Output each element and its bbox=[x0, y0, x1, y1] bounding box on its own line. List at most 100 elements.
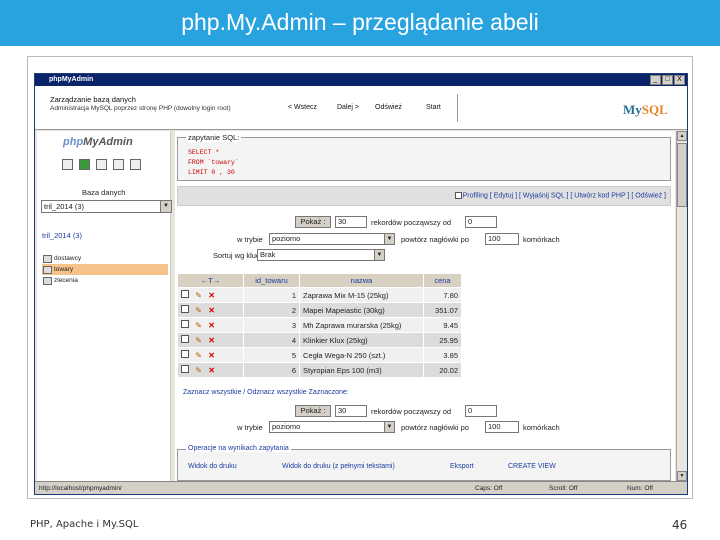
row-count-input-bottom[interactable]: 30 bbox=[335, 405, 367, 417]
col-header-cena[interactable]: cena bbox=[423, 273, 462, 288]
refresh-button[interactable]: Odśwież bbox=[375, 104, 402, 111]
table-list: dostawcy towary zlecenia bbox=[42, 253, 168, 286]
sql-code: SELECT * FROM `towary` LIMIT 0 , 30 bbox=[188, 149, 239, 176]
slide: php.My.Admin – przeglądanie abeli phpMyA… bbox=[0, 0, 720, 540]
print-view-full-link[interactable]: Widok do druku (z pełnymi tekstami) bbox=[282, 463, 395, 470]
edit-icon[interactable]: ✎ bbox=[195, 351, 202, 360]
delete-icon[interactable]: ✕ bbox=[208, 336, 215, 345]
scroll-down-icon[interactable]: ▼ bbox=[677, 471, 687, 481]
edit-icon[interactable]: ✎ bbox=[195, 336, 202, 345]
profiling-checkbox[interactable] bbox=[454, 192, 462, 199]
start-row-input[interactable]: 0 bbox=[465, 216, 497, 228]
col-header-id[interactable]: id_towaru bbox=[243, 273, 300, 288]
chevron-down-icon: ▼ bbox=[384, 234, 394, 244]
start-button[interactable]: Start bbox=[426, 104, 441, 111]
chevron-down-icon: ▼ bbox=[160, 201, 171, 212]
mysql-logo: MySQL bbox=[623, 102, 668, 117]
toolbar-subtitle: Administracja MySQL poprzez stronę PHP (… bbox=[50, 105, 231, 112]
maximize-button[interactable]: □ bbox=[662, 75, 673, 85]
mode-select[interactable]: poziomo ▼ bbox=[269, 233, 395, 245]
export-link[interactable]: Eksport bbox=[450, 463, 474, 470]
scroll-thumb[interactable] bbox=[677, 143, 687, 207]
back-button[interactable]: < Wstecz bbox=[288, 104, 317, 111]
query-window-icon[interactable] bbox=[96, 159, 107, 170]
status-scroll: Scroll: Off bbox=[549, 485, 578, 492]
forward-button[interactable]: Dalej > bbox=[337, 104, 359, 111]
cell-id: 3 bbox=[243, 317, 300, 333]
col-header-nazwa[interactable]: nazwa bbox=[299, 273, 424, 288]
row-checkbox[interactable] bbox=[181, 320, 189, 328]
chevron-down-icon: ▼ bbox=[374, 250, 384, 260]
edit-icon[interactable]: ✎ bbox=[195, 321, 202, 330]
sql-query-box: zapytanie SQL: SELECT * FROM `towary` LI… bbox=[177, 133, 671, 181]
cell-id: 2 bbox=[243, 302, 300, 318]
mark-all-links[interactable]: Zaznacz wszystkie / Odznacz wszystkie Za… bbox=[183, 389, 349, 396]
sql-docs-icon[interactable] bbox=[130, 159, 141, 170]
sql-actions[interactable]: Profiling [ Edytuj ] [ Wyjaśnij SQL ] [ … bbox=[463, 192, 666, 199]
scroll-up-icon[interactable]: ▲ bbox=[677, 131, 687, 141]
edit-icon[interactable]: ✎ bbox=[195, 306, 202, 315]
repeat-input-bottom[interactable]: 100 bbox=[485, 421, 519, 433]
sidebar-item-towary[interactable]: towary bbox=[42, 264, 168, 275]
create-view-link[interactable]: CREATE VIEW bbox=[508, 463, 556, 470]
close-button[interactable]: X bbox=[674, 75, 685, 85]
mode-label-bottom: w trybie bbox=[237, 423, 263, 432]
cell-id: 5 bbox=[243, 347, 300, 363]
database-icon[interactable] bbox=[79, 159, 90, 170]
mode-select-bottom[interactable]: poziomo ▼ bbox=[269, 421, 395, 433]
slide-title: php.My.Admin – przeglądanie abeli bbox=[0, 0, 720, 46]
rows-from-label: rekordów począwszy od bbox=[371, 218, 452, 227]
row-count-input[interactable]: 30 bbox=[335, 216, 367, 228]
repeat-label: powtórz nagłówki po bbox=[401, 235, 469, 244]
row-checkbox[interactable] bbox=[181, 335, 189, 343]
cell-nazwa: Zaprawa Mix M-15 (25kg) bbox=[299, 287, 424, 303]
cell-cena: 3.85 bbox=[423, 347, 462, 363]
row-checkbox[interactable] bbox=[181, 290, 189, 298]
edit-icon[interactable]: ✎ bbox=[195, 291, 202, 300]
sql-legend: zapytanie SQL: bbox=[186, 133, 242, 142]
sort-select[interactable]: Brak ▼ bbox=[257, 249, 385, 261]
table-row: ✎ ✕ 4 Klinkier Klux (25kg) 25.95 bbox=[177, 332, 462, 348]
delete-icon[interactable]: ✕ bbox=[208, 321, 215, 330]
minimize-button[interactable]: _ bbox=[650, 75, 661, 85]
show-button-bottom[interactable]: Pokaż : bbox=[295, 405, 331, 417]
database-link[interactable]: tril_2014 (3) bbox=[42, 231, 82, 240]
print-view-link[interactable]: Widok do druku bbox=[188, 463, 237, 470]
query-results-operations: Operacje na wynikach zapytania Widok do … bbox=[177, 445, 671, 481]
status-num: Num: Off bbox=[627, 485, 653, 492]
edit-icon[interactable]: ✎ bbox=[195, 366, 202, 375]
database-select[interactable]: tril_2014 (3) ▼ bbox=[41, 200, 172, 213]
home-icon[interactable] bbox=[62, 159, 73, 170]
database-label: Baza danych bbox=[82, 188, 126, 197]
row-checkbox[interactable] bbox=[181, 305, 189, 313]
window-controls: _ □ X bbox=[650, 75, 685, 85]
main-panel: zapytanie SQL: SELECT * FROM `towary` LI… bbox=[175, 131, 675, 481]
start-row-input-bottom[interactable]: 0 bbox=[465, 405, 497, 417]
sidebar-icons bbox=[62, 159, 141, 170]
cell-cena: 9.45 bbox=[423, 317, 462, 333]
app-window: phpMyAdmin _ □ X Zarządzanie bazą danych… bbox=[34, 73, 688, 495]
cell-nazwa: Klinkier Klux (25kg) bbox=[299, 332, 424, 348]
sidebar: phpMyAdmin Baza danych tril_2014 (3) ▼ tr… bbox=[37, 131, 172, 491]
footer-text: PHP, Apache i My.SQL bbox=[30, 519, 139, 530]
cell-nazwa: Cegła Wega-N 250 (szt.) bbox=[299, 347, 424, 363]
chevron-down-icon: ▼ bbox=[384, 422, 394, 432]
documentation-icon[interactable] bbox=[113, 159, 124, 170]
phpmyadmin-logo: phpMyAdmin bbox=[63, 136, 133, 148]
page-number: 46 bbox=[672, 518, 688, 532]
delete-icon[interactable]: ✕ bbox=[208, 366, 215, 375]
row-checkbox[interactable] bbox=[181, 365, 189, 373]
sidebar-item-dostawcy[interactable]: dostawcy bbox=[42, 253, 168, 264]
table-row: ✎ ✕ 1 Zaprawa Mix M-15 (25kg) 7.80 bbox=[177, 287, 462, 303]
show-button[interactable]: Pokaż : bbox=[295, 216, 331, 228]
sidebar-item-zlecenia[interactable]: zlecenia bbox=[42, 275, 168, 286]
repeat-input[interactable]: 100 bbox=[485, 233, 519, 245]
vertical-scrollbar[interactable]: ▲ ▼ bbox=[676, 131, 687, 481]
delete-icon[interactable]: ✕ bbox=[208, 351, 215, 360]
cell-cena: 351.07 bbox=[423, 302, 462, 318]
status-caps: Caps: Off bbox=[475, 485, 503, 492]
delete-icon[interactable]: ✕ bbox=[208, 291, 215, 300]
row-checkbox[interactable] bbox=[181, 350, 189, 358]
cells-label-bottom: komórkach bbox=[523, 423, 560, 432]
delete-icon[interactable]: ✕ bbox=[208, 306, 215, 315]
